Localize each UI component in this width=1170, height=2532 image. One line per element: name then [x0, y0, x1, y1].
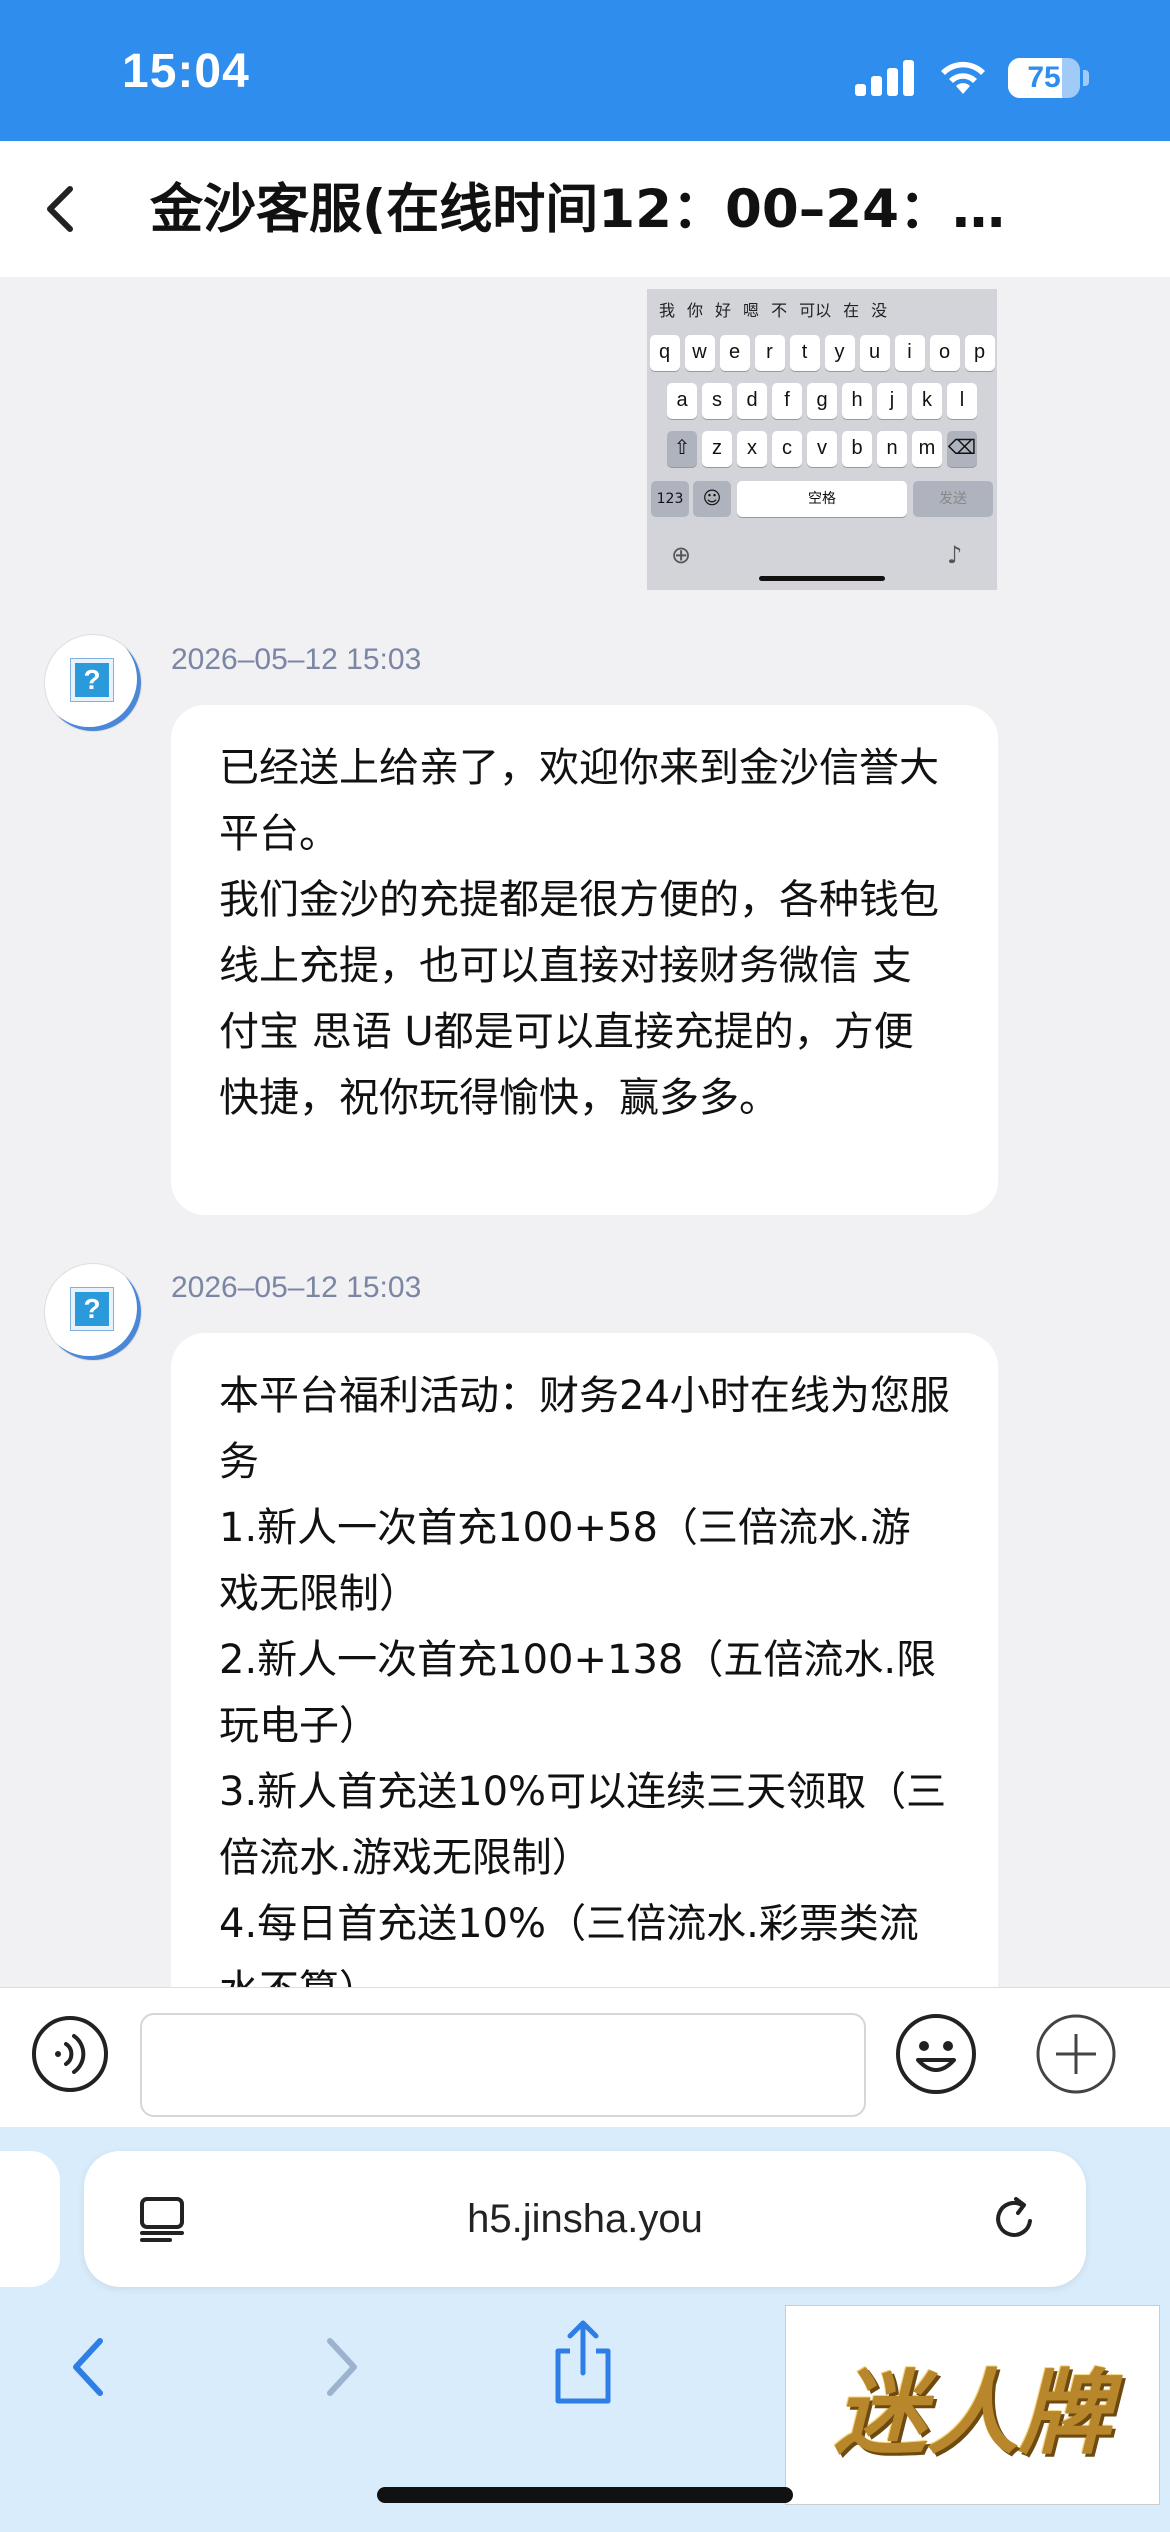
keyboard-suggestion: 在 — [843, 301, 860, 320]
keyboard-send-key: 发送 — [913, 481, 993, 517]
message-input[interactable] — [140, 2013, 866, 2117]
keyboard-key: v — [807, 431, 837, 467]
url-text: h5.jinsha.you — [467, 2197, 703, 2241]
image-message-keyboard-screenshot[interactable]: 我你好嗯不可以在没 qwertyuiop asdfghjkl ⇧ z x c v b n m ⌫… — [647, 289, 997, 590]
keyboard-key: t — [789, 335, 820, 371]
keyboard-key: q — [649, 335, 680, 371]
globe-icon: ⊕ — [671, 541, 692, 569]
watermark-logo: 迷人牌 — [785, 2305, 1160, 2505]
back-button[interactable] — [30, 177, 94, 241]
cellular-signal-icon — [855, 60, 915, 96]
keyboard-delete-key: ⌫ — [947, 431, 977, 467]
wifi-icon — [941, 61, 985, 94]
reload-icon[interactable] — [986, 2191, 1042, 2247]
keyboard-suggestion-bar: 我你好嗯不可以在没 — [647, 289, 997, 329]
page-title: 金沙客服(在线时间12：00–24：00) — [150, 179, 1030, 240]
status-time: 15:04 — [122, 45, 250, 98]
forward-icon[interactable] — [310, 2327, 370, 2407]
keyboard-key: c — [772, 431, 802, 467]
keyboard-key: z — [702, 431, 732, 467]
message-timestamp: 2026–05–12 15:03 — [171, 1271, 422, 1304]
keyboard-suggestion: 可以 — [799, 301, 832, 320]
back-icon[interactable] — [60, 2327, 120, 2407]
keyboard-suggestion: 我 — [659, 301, 676, 320]
keyboard-key: n — [877, 431, 907, 467]
message-bubble[interactable]: 已经送上给亲了，欢迎你来到金沙信誉大平台。 我们金沙的充提都是很方便的，各种钱包… — [171, 705, 998, 1215]
keyboard-space-key: 空格 — [737, 481, 907, 517]
keyboard-key: p — [964, 335, 995, 371]
help-icon: ? — [70, 1287, 114, 1331]
agent-avatar[interactable]: ? — [45, 1264, 141, 1360]
help-icon: ? — [70, 658, 114, 702]
keyboard-key: f — [772, 383, 802, 419]
keyboard-emoji-key: ☺ — [693, 481, 731, 517]
keyboard-row-2: asdfghjkl — [647, 383, 997, 419]
keyboard-key: b — [842, 431, 872, 467]
keyboard-key: k — [912, 383, 942, 419]
watermark-text: 迷人牌 — [834, 2359, 1111, 2467]
emoji-icon[interactable] — [894, 2012, 978, 2096]
message-input-bar — [0, 1987, 1170, 2127]
plus-icon[interactable] — [1034, 2012, 1118, 2096]
keyboard-key: w — [684, 335, 715, 371]
battery-percentage: 75 — [1027, 61, 1061, 94]
message-timestamp: 2026–05–12 15:03 — [171, 643, 422, 676]
home-indicator — [377, 2487, 793, 2503]
keyboard-key: l — [947, 383, 977, 419]
chat-header: 金沙客服(在线时间12：00–24：00) — [0, 141, 1170, 277]
message-bubble[interactable]: 本平台福利活动：财务24小时在线为您服务 1.新人一次首充100+58（三倍流水… — [171, 1333, 998, 1987]
share-icon[interactable] — [548, 2317, 618, 2407]
keyboard-key: a — [667, 383, 697, 419]
keyboard-shift-key: ⇧ — [667, 431, 697, 467]
keyboard-key: m — [912, 431, 942, 467]
keyboard-key: d — [737, 383, 767, 419]
keyboard-key: x — [737, 431, 767, 467]
microphone-icon: ♪ — [947, 541, 963, 569]
keyboard-key: i — [894, 335, 925, 371]
keyboard-key: s — [702, 383, 732, 419]
keyboard-row-3: ⇧ z x c v b n m ⌫ — [647, 431, 997, 467]
keyboard-key: e — [719, 335, 750, 371]
keyboard-home-indicator — [759, 576, 885, 581]
chat-area[interactable]: 我你好嗯不可以在没 qwertyuiop asdfghjkl ⇧ z x c v b n m ⌫… — [0, 277, 1170, 1987]
previous-tab-preview[interactable] — [0, 2151, 60, 2287]
status-bar: 15:04 75 — [0, 0, 1170, 141]
battery-tip — [1083, 70, 1089, 86]
keyboard-key: y — [824, 335, 855, 371]
keyboard-row-1: qwertyuiop — [647, 335, 997, 371]
keyboard-key: u — [859, 335, 890, 371]
address-bar[interactable]: h5.jinsha.you — [84, 2151, 1086, 2287]
voice-icon[interactable] — [30, 2014, 110, 2094]
keyboard-123-key: 123 — [651, 481, 689, 517]
keyboard-key: r — [754, 335, 785, 371]
keyboard-suggestion: 嗯 — [743, 301, 760, 320]
keyboard-key: o — [929, 335, 960, 371]
battery-icon: 75 — [1008, 58, 1080, 98]
keyboard-key: j — [877, 383, 907, 419]
keyboard-suggestion: 不 — [771, 301, 788, 320]
keyboard-key: h — [842, 383, 872, 419]
agent-avatar[interactable]: ? — [45, 635, 141, 731]
keyboard-key: g — [807, 383, 837, 419]
keyboard-suggestion: 没 — [871, 301, 888, 320]
keyboard-suggestion: 你 — [687, 301, 704, 320]
keyboard-suggestion: 好 — [715, 301, 732, 320]
